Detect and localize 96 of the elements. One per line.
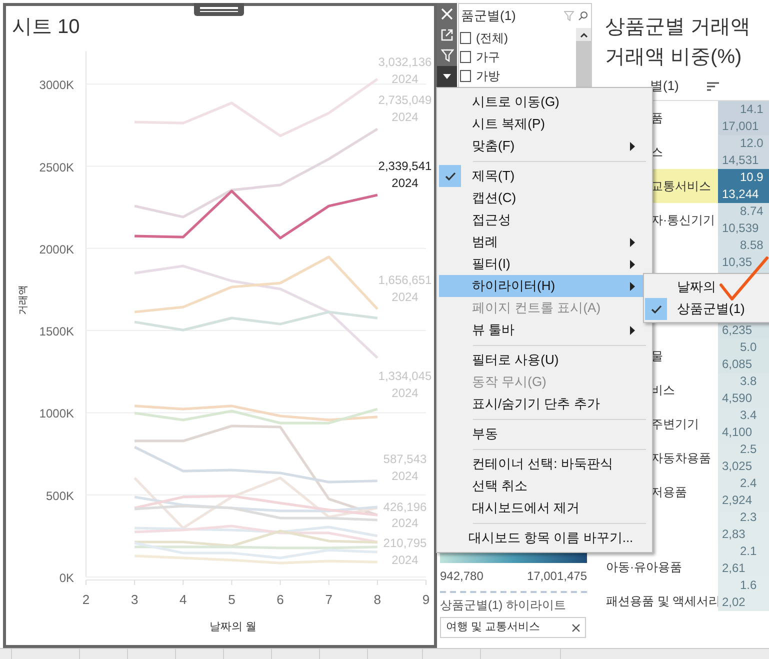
menu-label: 대시보드에서 제거	[472, 499, 581, 518]
menu-label: 맞춤(F)	[472, 137, 516, 156]
menu-label: 시트 복제(P)	[472, 115, 546, 134]
axis-label: 0K	[59, 571, 74, 585]
axis-label: 3000K	[39, 78, 74, 92]
menu-label: 접근성	[472, 211, 512, 230]
data-label: 1,656,651	[378, 273, 432, 287]
axis-label: 1000K	[39, 406, 74, 421]
data-label: 1,334,045	[378, 369, 432, 383]
amount-value: 6,235	[722, 322, 752, 339]
axis-title: 날짜의 월	[209, 621, 257, 633]
data-label: 587,543	[383, 452, 427, 466]
data-label: 2024	[392, 516, 418, 530]
data-label: 2,735,049	[378, 93, 432, 107]
menu-label: 날짜의	[677, 278, 716, 296]
menu-label: 범례	[472, 233, 499, 252]
menu-label: 상품군별(1)	[677, 300, 745, 318]
menu-label: 페이지 컨트롤 표시(A)	[472, 299, 602, 318]
highlighter-title: 상품군별(1) 하이라이트	[440, 597, 567, 614]
axis-label: 5	[228, 592, 236, 607]
percent-value: 1.6	[740, 577, 757, 594]
amount-value: 4,590	[722, 390, 752, 407]
axis-label: 2500K	[39, 160, 74, 174]
panel-title: 거래액 비중(%)	[605, 45, 743, 70]
data-label: 2024	[392, 176, 418, 190]
data-label: 426,196	[383, 500, 427, 514]
amount-value: 4,100	[722, 424, 752, 441]
percent-value: 8.58	[740, 237, 764, 254]
axis-title: 거래액	[18, 285, 29, 315]
amount-value: 14,531	[722, 152, 759, 169]
axis-label: 7	[325, 592, 332, 607]
row-label: 품	[651, 110, 663, 127]
percent-value: 10.9	[740, 169, 764, 186]
percent-value: 5.0	[740, 339, 757, 356]
menu-label: 부동	[472, 425, 499, 444]
percent-value: 2.1	[740, 543, 757, 560]
menu-label: 표시/숨기기 단추 추가	[472, 395, 601, 414]
filter-title: 품군별(1)	[461, 7, 516, 26]
row-label: 자·통신기기	[651, 212, 715, 229]
data-label: 2024	[392, 110, 418, 124]
legend-min: 942,780	[440, 568, 484, 585]
amount-value: 13,244	[722, 186, 759, 203]
axis-label: 2000K	[39, 242, 74, 256]
percent-value: 2.5	[740, 441, 757, 458]
data-label: 3,032,136	[378, 55, 432, 69]
data-label: 2024	[392, 553, 418, 567]
menu-label: 선택 취소	[472, 477, 529, 496]
menu-label: 시트로 이동(G)	[472, 93, 560, 112]
menu-label: 필터로 사용(U)	[472, 351, 560, 370]
percent-value: 3.4	[740, 407, 757, 424]
amount-value: 6,085	[722, 356, 752, 373]
data-label: 2024	[392, 386, 418, 400]
amount-value: 2,924	[722, 492, 752, 509]
axis-label: 2	[82, 592, 90, 607]
amount-value: 2,83	[722, 526, 746, 543]
data-label: 210,795	[383, 536, 427, 550]
amount-value: 10,35	[722, 254, 752, 271]
percent-value: 8.74	[740, 203, 764, 220]
amount-value: 10,539	[722, 220, 759, 237]
axis-label: 6	[276, 592, 284, 607]
axis-label: 4	[180, 592, 187, 607]
menu-label: 뷰 툴바	[472, 321, 516, 340]
menu-label: 동작 무시(G)	[472, 373, 548, 392]
data-label: 2024	[392, 290, 418, 304]
amount-value: 2,02	[722, 594, 746, 611]
axis-label: 500K	[46, 488, 74, 503]
column-header: 별(1)	[650, 77, 679, 96]
highlighter-value: 여행 및 교통서비스	[446, 620, 540, 636]
row-label: 저용품	[651, 484, 687, 501]
panel-title: 상품군별 거래액	[605, 15, 752, 40]
menu-label: 하이라이터(H)	[472, 277, 556, 296]
amount-value: 3,025	[722, 458, 752, 475]
data-label: 2,339,541	[378, 159, 432, 173]
row-label: 주변기기	[651, 416, 699, 433]
amount-value: 17,001	[722, 118, 759, 135]
legend-max: 17,001,475	[526, 568, 587, 585]
percent-value: 12.0	[740, 135, 764, 152]
amount-value: 2,61	[722, 560, 746, 577]
percent-value: 2.4	[740, 475, 757, 492]
menu-label: 제목(T)	[472, 167, 516, 186]
data-label: 2024	[392, 469, 418, 483]
axis-label: 9	[422, 592, 430, 607]
row-label: 물	[651, 348, 663, 365]
row-label: 교통서비스	[651, 178, 711, 195]
percent-value: 2.3	[740, 509, 757, 526]
sheet-title: 시트 10	[12, 16, 80, 38]
data-label: 2024	[392, 72, 418, 86]
axis-label: 3	[130, 592, 138, 607]
percent-value: 14.1	[740, 101, 764, 118]
menu-label: 필터(I)	[472, 255, 512, 274]
axis-label: 1500K	[39, 324, 74, 339]
axis-label: 8	[374, 592, 382, 607]
row-label: 자동차용품	[651, 450, 711, 467]
percent-value: 3.8	[740, 373, 757, 390]
menu-label: 캡션(C)	[472, 189, 518, 208]
row-label: 아동·유아용품	[606, 559, 682, 576]
